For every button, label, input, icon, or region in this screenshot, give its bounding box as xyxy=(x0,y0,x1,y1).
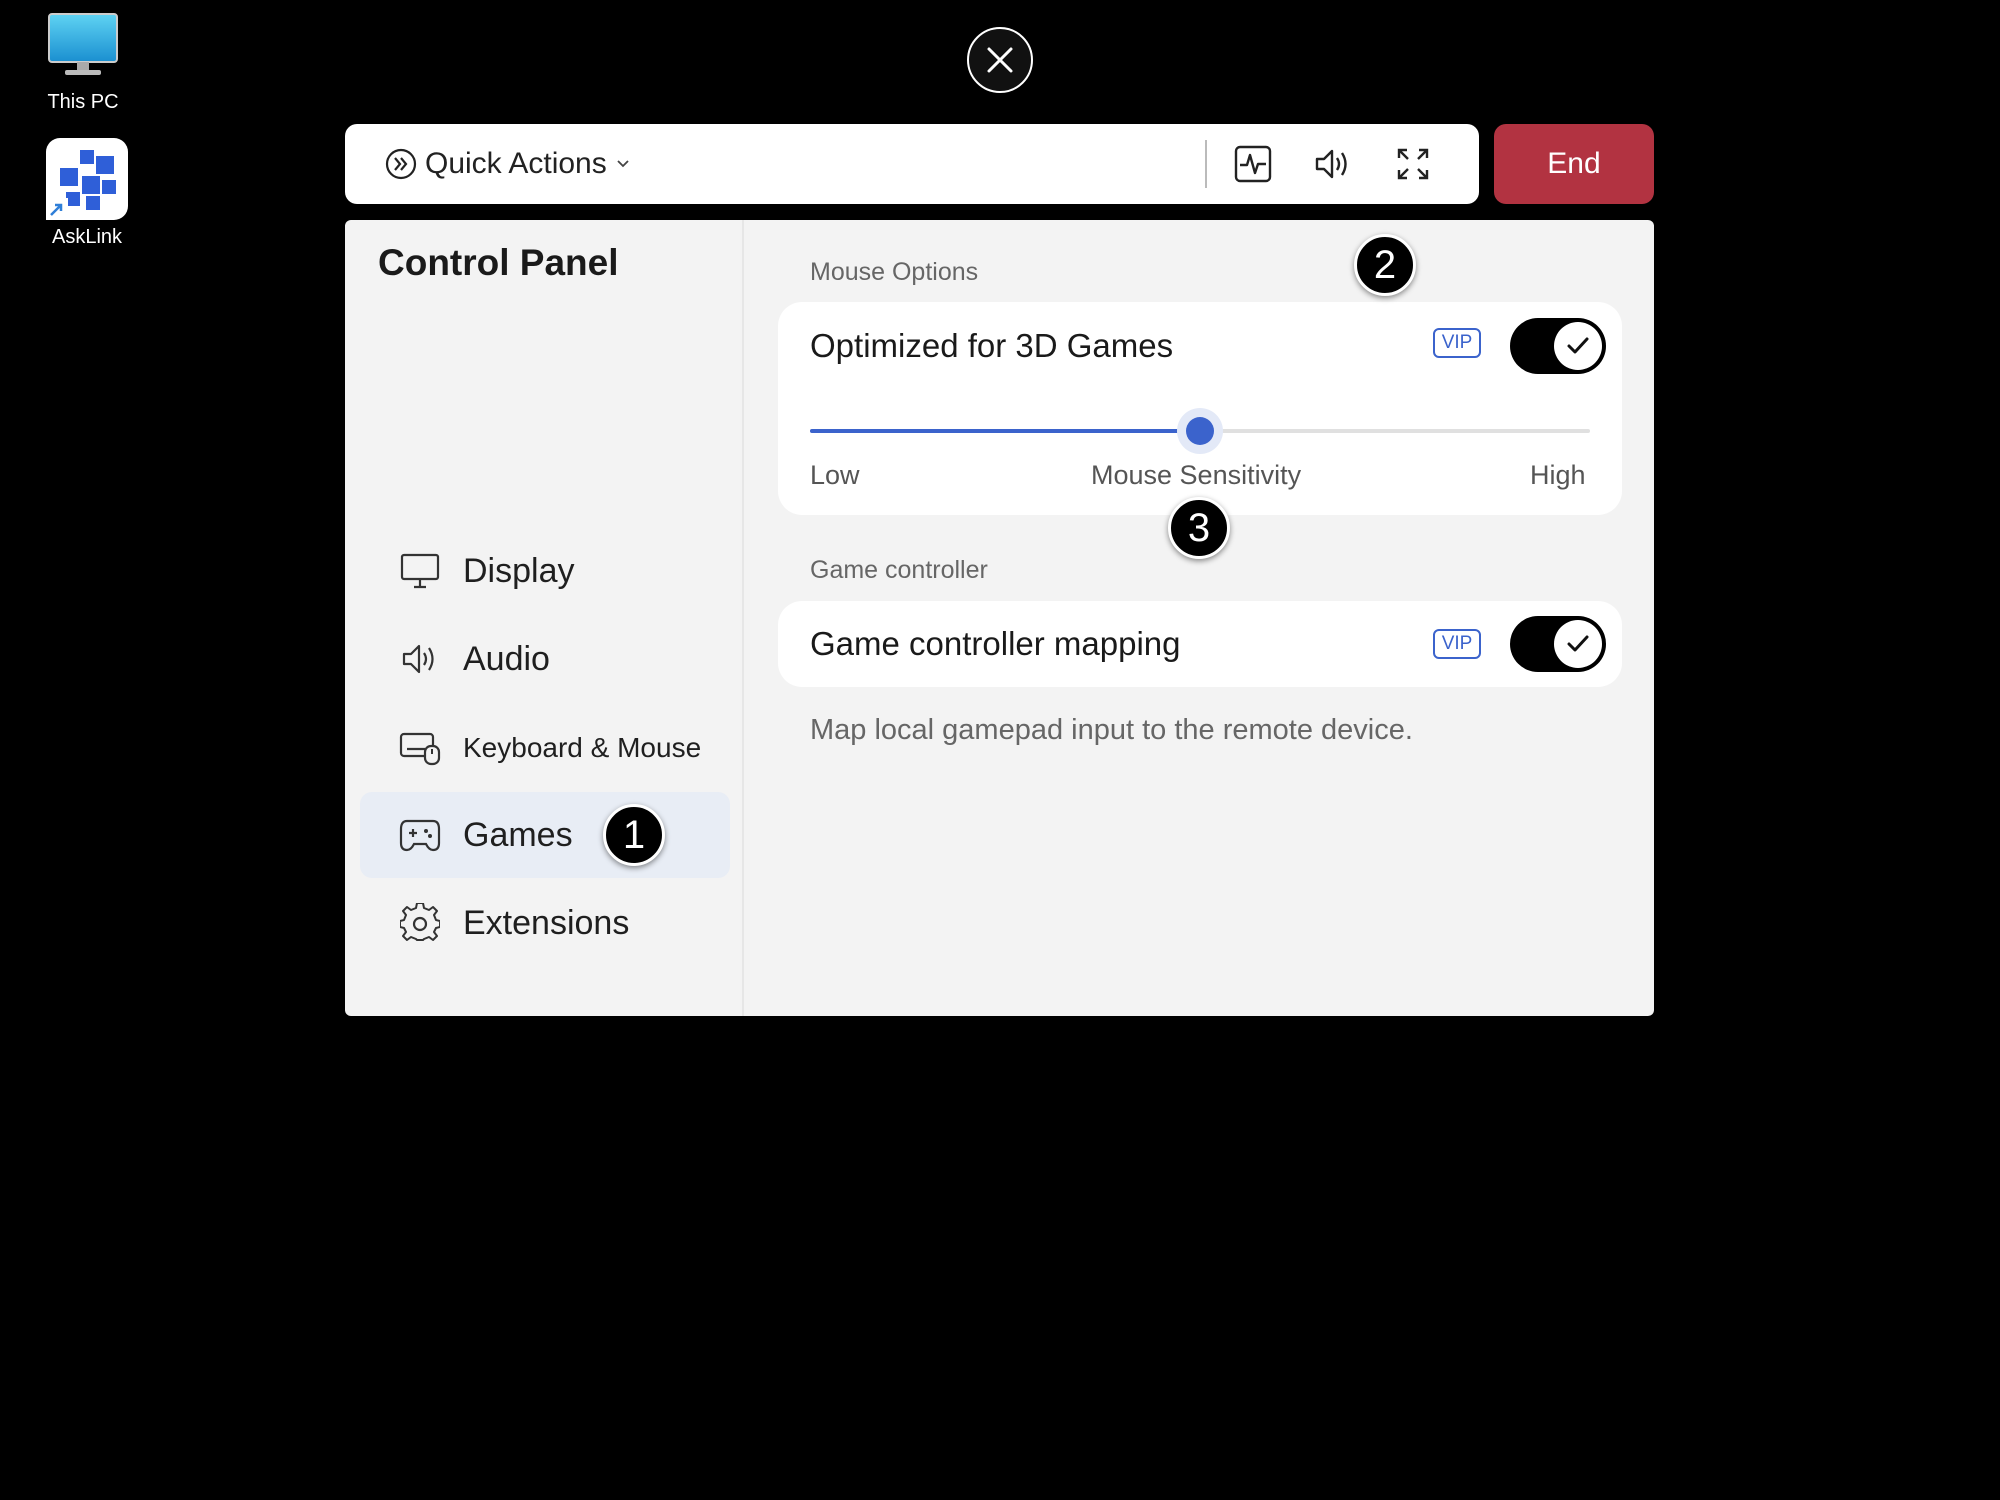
game-controller-description: Map local gamepad input to the remote de… xyxy=(810,714,1413,746)
close-icon xyxy=(987,47,1013,73)
toggle-knob xyxy=(1554,322,1602,370)
computer-icon xyxy=(48,13,118,75)
sidebar-item-display[interactable]: Display xyxy=(360,528,730,614)
mouse-options-card: Optimized for 3D Games VIP Low Mouse Sen… xyxy=(778,302,1622,515)
vip-badge: VIP xyxy=(1433,328,1481,358)
chevron-down-icon xyxy=(617,160,629,168)
mouse-sensitivity-thumb[interactable] xyxy=(1177,408,1223,454)
sidebar-item-extensions[interactable]: Extensions xyxy=(360,880,730,966)
callout-badge-3: 3 xyxy=(1168,497,1230,559)
checkmark-icon xyxy=(1567,337,1589,354)
slider-thumb-dot xyxy=(1186,417,1214,445)
sidebar-item-label: Audio xyxy=(463,639,550,678)
callout-badge-2: 2 xyxy=(1354,234,1416,296)
control-panel: Control Panel Display Audio Keyboard & M… xyxy=(345,220,1654,1016)
game-controller-mapping-toggle[interactable] xyxy=(1510,616,1606,672)
desktop: This PC AskLink Quick Actions End Contro… xyxy=(0,0,2000,1500)
monitor-icon xyxy=(397,548,443,594)
sidebar-item-label: Display xyxy=(463,551,575,590)
callout-badge-1: 1 xyxy=(603,804,665,866)
gamepad-icon xyxy=(397,812,443,858)
sidebar-item-keyboard-mouse[interactable]: Keyboard & Mouse xyxy=(360,705,730,791)
this-pc-label: This PC xyxy=(47,91,119,113)
sidebar-item-label: Extensions xyxy=(463,903,630,942)
sidebar-item-games[interactable]: Games xyxy=(360,792,730,878)
toolbar-divider xyxy=(1205,140,1207,188)
sidebar-item-audio[interactable]: Audio xyxy=(360,616,730,702)
volume-button[interactable] xyxy=(1313,144,1353,184)
optimized-3d-games-label: Optimized for 3D Games xyxy=(810,327,1174,364)
this-pc-desktop-icon[interactable]: This PC xyxy=(18,10,148,114)
sidebar-item-label: Keyboard & Mouse xyxy=(463,732,702,763)
fullscreen-button[interactable] xyxy=(1393,144,1433,184)
mouse-options-heading: Mouse Options xyxy=(810,258,979,286)
game-controller-mapping-label: Game controller mapping xyxy=(810,625,1181,662)
volume-icon xyxy=(1315,149,1347,179)
checkmark-icon xyxy=(1567,635,1589,652)
keyboard-mouse-icon xyxy=(397,725,443,771)
control-panel-sidebar: Control Panel Display Audio Keyboard & M… xyxy=(345,220,744,1016)
gear-icon xyxy=(397,900,443,946)
session-toolbar: Quick Actions xyxy=(345,124,1479,204)
asklink-desktop-icon[interactable]: AskLink xyxy=(22,138,152,249)
end-session-button[interactable]: End xyxy=(1494,124,1654,204)
performance-button[interactable] xyxy=(1233,144,1273,184)
control-panel-title: Control Panel xyxy=(378,242,619,283)
sensitivity-high-label: High xyxy=(1530,460,1586,490)
fullscreen-icon xyxy=(1397,148,1429,180)
double-chevron-circle-icon xyxy=(385,148,417,180)
asklink-logo-icon xyxy=(46,138,128,220)
shortcut-arrow-icon xyxy=(46,198,68,220)
sidebar-item-label: Games xyxy=(463,815,573,854)
game-controller-heading: Game controller xyxy=(810,556,988,584)
close-overlay-button[interactable] xyxy=(967,27,1033,93)
slider-fill xyxy=(810,429,1200,433)
speaker-icon xyxy=(397,636,443,682)
sensitivity-low-label: Low xyxy=(810,460,860,490)
toggle-knob xyxy=(1554,620,1602,668)
mouse-sensitivity-label: Mouse Sensitivity xyxy=(1091,460,1302,490)
vip-badge: VIP xyxy=(1433,629,1481,659)
optimized-3d-games-toggle[interactable] xyxy=(1510,318,1606,374)
game-controller-card: Game controller mapping VIP xyxy=(778,601,1622,687)
performance-icon xyxy=(1234,145,1272,183)
quick-actions-label: Quick Actions xyxy=(425,147,607,180)
quick-actions-dropdown[interactable]: Quick Actions xyxy=(385,147,631,181)
asklink-label: AskLink xyxy=(51,226,123,248)
